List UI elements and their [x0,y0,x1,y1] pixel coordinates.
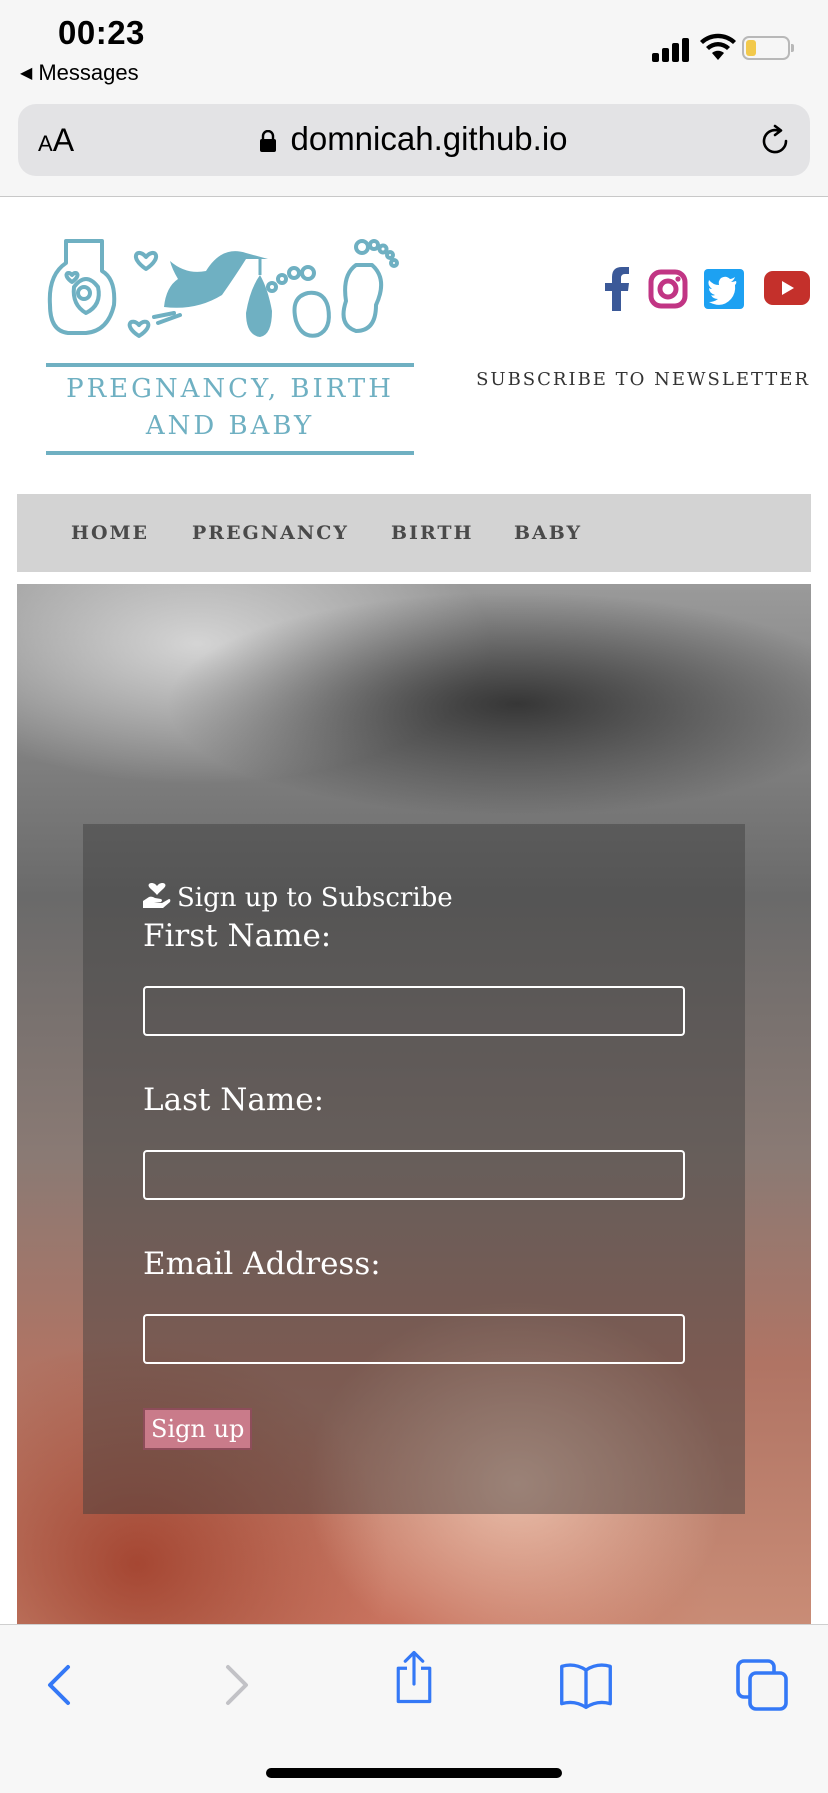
reload-icon[interactable] [758,124,792,158]
email-label: Email Address: [143,1246,381,1282]
youtube-icon[interactable] [764,271,810,305]
hero-background-image: Sign up to Subscribe First Name: Last Na… [17,584,811,1624]
main-nav: HOME PREGNANCY BIRTH BABY [17,494,811,572]
last-name-label: Last Name: [143,1082,325,1118]
form-heading-text: Sign up to Subscribe [177,883,453,913]
lock-icon [260,130,277,152]
status-time: 00:23 [58,14,145,51]
battery-icon [742,36,794,60]
last-name-field[interactable] [143,1150,685,1200]
logo-text-line1: PREGNANCY, BIRTH [66,374,394,404]
home-indicator[interactable] [266,1768,562,1778]
back-to-app-link[interactable]: ◀ Messages [20,60,139,86]
forward-icon[interactable] [208,1657,264,1713]
nav-item-baby[interactable]: BABY [514,522,582,544]
twitter-icon[interactable] [704,269,744,309]
form-heading: Sign up to Subscribe [143,880,453,913]
nav-item-birth[interactable]: BIRTH [391,522,474,544]
back-triangle-icon: ◀ [20,65,33,82]
first-name-label: First Name: [143,918,332,954]
first-name-field[interactable] [143,986,685,1036]
browser-address-area: AA domnicah.github.io [0,96,828,197]
signup-button[interactable]: Sign up [143,1408,253,1450]
logo-illustration-icon [47,239,399,338]
battery-level [746,40,756,56]
bookmarks-icon[interactable] [558,1657,614,1713]
nav-item-pregnancy[interactable]: PREGNANCY [192,522,349,544]
site-header: PREGNANCY, BIRTH AND BABY SUBSCRIBE TO N… [0,197,828,491]
site-logo[interactable]: PREGNANCY, BIRTH AND BABY [46,235,414,455]
signup-form-panel: Sign up to Subscribe First Name: Last Na… [83,824,745,1514]
facebook-icon[interactable] [604,267,630,311]
instagram-icon[interactable] [648,269,688,309]
nav-item-home[interactable]: HOME [71,522,149,544]
back-icon[interactable] [32,1657,88,1713]
address-bar[interactable]: AA domnicah.github.io [18,104,810,176]
cellular-signal-icon [652,34,694,62]
wifi-icon [700,33,736,60]
hand-holding-heart-icon [143,882,171,908]
url-text: domnicah.github.io [290,120,568,157]
back-app-label: Messages [38,60,139,85]
share-icon[interactable] [386,1649,442,1705]
status-bar: 00:23 ◀ Messages [0,0,828,96]
logo-text-line2: AND BABY [145,411,315,441]
subscribe-newsletter-link[interactable]: SUBSCRIBE TO NEWSLETTER [476,369,810,390]
tabs-icon[interactable] [734,1657,790,1713]
email-field[interactable] [143,1314,685,1364]
